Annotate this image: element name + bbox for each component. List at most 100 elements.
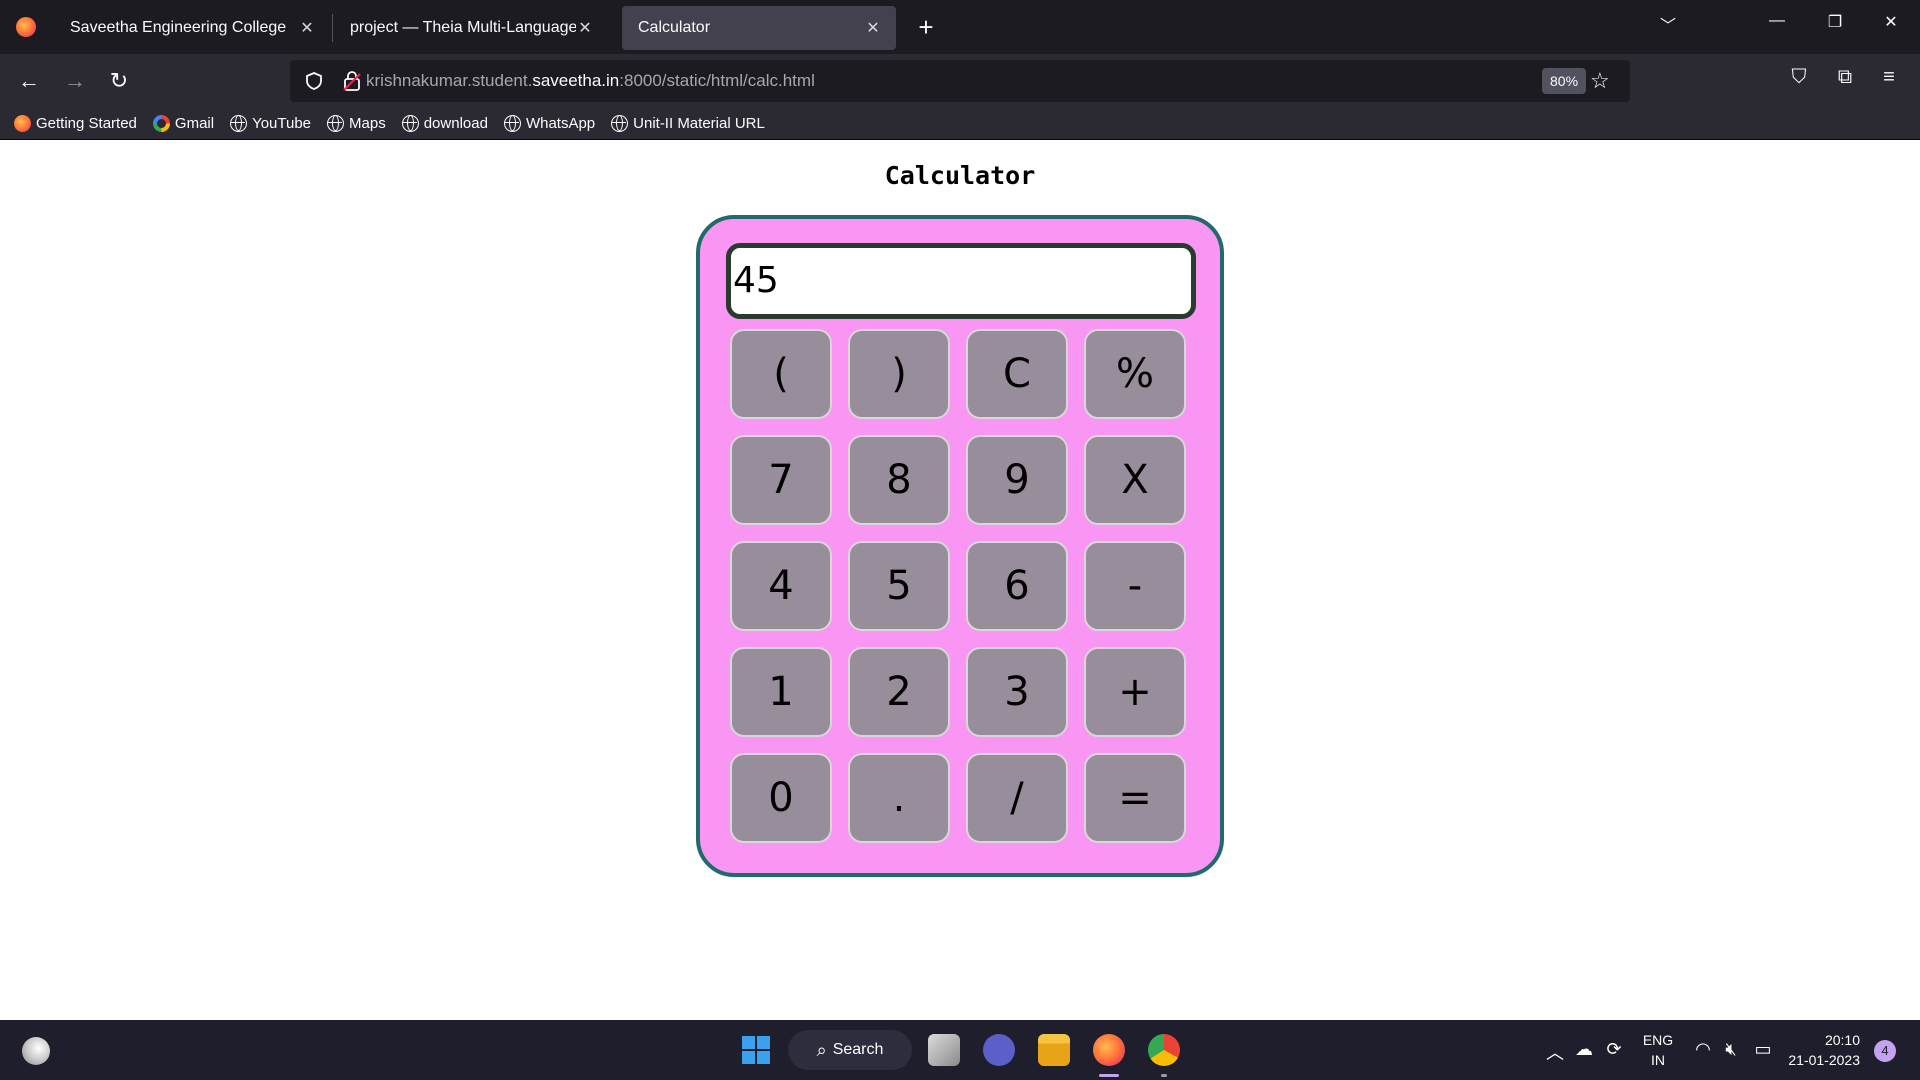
bookmark-gmail[interactable]: Gmail xyxy=(152,115,215,132)
bookmark-unit-ii-material[interactable]: Unit-II Material URL xyxy=(611,115,765,132)
calculator-display[interactable]: 45 xyxy=(726,243,1196,319)
zoom-level-badge[interactable]: 80% xyxy=(1542,68,1587,94)
url-prefix: krishnakumar.student. xyxy=(366,71,533,90)
key-9[interactable]: 9 xyxy=(966,435,1068,525)
back-arrow-icon[interactable]: ← xyxy=(14,68,44,94)
key-open-paren[interactable]: ( xyxy=(730,329,832,419)
restore-icon[interactable]: ❐ xyxy=(1820,12,1850,32)
key-4[interactable]: 4 xyxy=(730,541,832,631)
address-bar[interactable]: krishnakumar.student.saveetha.in:8000/st… xyxy=(290,60,1630,102)
hamburger-menu-icon[interactable]: ≡ xyxy=(1876,66,1902,92)
tab-title: Saveetha Engineering College xyxy=(70,19,287,36)
bookmark-label: Unit-II Material URL xyxy=(633,115,765,132)
google-icon xyxy=(152,115,170,132)
bookmark-label: Getting Started xyxy=(36,115,137,132)
new-tab-plus-icon[interactable]: + xyxy=(912,10,940,44)
extensions-icon[interactable]: ⧉ xyxy=(1832,66,1858,92)
taskbar-search-button[interactable]: ⌕ Search xyxy=(788,1030,912,1070)
chrome-icon[interactable] xyxy=(1148,1034,1180,1066)
task-view-icon[interactable] xyxy=(928,1034,960,1066)
key-2[interactable]: 2 xyxy=(848,647,950,737)
active-app-indicator xyxy=(1099,1074,1119,1077)
shield-icon[interactable] xyxy=(304,71,324,91)
bookmark-star-icon[interactable]: ☆ xyxy=(1590,68,1610,94)
pocket-icon[interactable]: ⛉ xyxy=(1786,66,1812,92)
key-3[interactable]: 3 xyxy=(966,647,1068,737)
file-explorer-icon[interactable] xyxy=(1038,1034,1070,1066)
key-decimal[interactable]: . xyxy=(848,753,950,843)
reload-icon[interactable]: ↻ xyxy=(104,68,134,94)
key-7[interactable]: 7 xyxy=(730,435,832,525)
clock-date[interactable]: 21-01-2023 xyxy=(1780,1052,1860,1068)
bookmark-label: YouTube xyxy=(252,115,312,132)
url-domain: saveetha.in xyxy=(532,71,620,90)
tab-separator xyxy=(332,14,333,42)
windows-start-icon[interactable] xyxy=(742,1036,770,1064)
key-5[interactable]: 5 xyxy=(848,541,950,631)
minimize-icon[interactable]: — xyxy=(1762,12,1792,30)
firefox-taskbar-icon[interactable] xyxy=(1093,1034,1125,1066)
close-icon[interactable]: ✕ xyxy=(576,18,594,38)
calculator-body: 45 ( ) C % 7 8 9 X 4 5 6 - 1 2 3 + 0 . /… xyxy=(696,215,1224,877)
key-6[interactable]: 6 xyxy=(966,541,1068,631)
key-0[interactable]: 0 xyxy=(730,753,832,843)
bookmark-label: Maps xyxy=(349,115,386,132)
running-app-indicator xyxy=(1161,1074,1167,1077)
bookmark-getting-started[interactable]: Getting Started xyxy=(14,115,137,132)
bookmark-download[interactable]: download xyxy=(401,115,488,132)
close-icon[interactable]: ✕ xyxy=(298,18,316,38)
bookmarks-toolbar: Getting Started Gmail YouTube Maps downl… xyxy=(0,108,1920,140)
globe-icon xyxy=(327,115,345,132)
globe-icon xyxy=(401,115,419,132)
tab-title: Calculator xyxy=(638,19,711,36)
firefox-icon xyxy=(14,115,31,132)
key-clear[interactable]: C xyxy=(966,329,1068,419)
key-equals[interactable]: = xyxy=(1084,753,1186,843)
url-text[interactable]: krishnakumar.student.saveetha.in:8000/st… xyxy=(366,71,815,91)
tab-bar: Saveetha Engineering College ✕ project —… xyxy=(0,0,1920,54)
battery-icon[interactable]: ▭ xyxy=(1752,1039,1774,1060)
lock-icon[interactable] xyxy=(342,70,362,92)
language-indicator[interactable]: ENG xyxy=(1640,1032,1676,1048)
clock-time[interactable]: 20:10 xyxy=(1780,1032,1860,1048)
page-title: Calculator xyxy=(884,161,1036,190)
bookmark-youtube[interactable]: YouTube xyxy=(230,115,311,132)
bookmark-maps[interactable]: Maps xyxy=(327,115,386,132)
notification-badge[interactable]: 4 xyxy=(1874,1040,1896,1062)
tab-calculator[interactable]: Calculator ✕ xyxy=(622,6,896,50)
key-subtract[interactable]: - xyxy=(1084,541,1186,631)
close-icon[interactable]: ✕ xyxy=(864,18,882,38)
volume-muted-icon[interactable]: 🔇︎ xyxy=(1720,1039,1742,1060)
key-8[interactable]: 8 xyxy=(848,435,950,525)
wifi-icon[interactable]: ◠ xyxy=(1692,1039,1714,1060)
weather-icon[interactable] xyxy=(22,1037,50,1065)
key-percent[interactable]: % xyxy=(1084,329,1186,419)
firefox-menu-icon[interactable] xyxy=(0,0,52,54)
bookmark-label: WhatsApp xyxy=(525,115,596,132)
window-close-icon[interactable]: ✕ xyxy=(1876,12,1906,32)
chevron-down-icon[interactable]: ﹀ xyxy=(1660,12,1676,36)
forward-arrow-icon[interactable]: → xyxy=(60,68,90,94)
onedrive-cloud-icon[interactable]: ☁ xyxy=(1573,1039,1595,1060)
teams-chat-icon[interactable] xyxy=(983,1034,1015,1066)
key-divide[interactable]: / xyxy=(966,753,1068,843)
bookmark-whatsapp[interactable]: WhatsApp xyxy=(503,115,596,132)
key-1[interactable]: 1 xyxy=(730,647,832,737)
tab-saveetha[interactable]: Saveetha Engineering College ✕ xyxy=(54,6,330,50)
bookmark-label: Gmail xyxy=(174,115,215,132)
taskbar-search-label: Search xyxy=(832,1041,884,1058)
region-indicator[interactable]: IN xyxy=(1640,1052,1676,1068)
url-suffix: :8000/static/html/calc.html xyxy=(619,71,815,90)
tab-title: project — Theia Multi-Language Ex xyxy=(350,19,576,36)
key-close-paren[interactable]: ) xyxy=(848,329,950,419)
tab-theia[interactable]: project — Theia Multi-Language Ex ✕ xyxy=(334,6,608,50)
bookmark-label: download xyxy=(423,115,488,132)
sync-icon[interactable]: ⟳ xyxy=(1603,1039,1625,1060)
globe-icon xyxy=(503,115,521,132)
globe-icon xyxy=(611,115,629,132)
chevron-up-icon[interactable]: ︿ xyxy=(1544,1039,1566,1065)
search-icon: ⌕ xyxy=(816,1039,827,1060)
globe-icon xyxy=(230,115,248,132)
key-multiply[interactable]: X xyxy=(1084,435,1186,525)
key-add[interactable]: + xyxy=(1084,647,1186,737)
